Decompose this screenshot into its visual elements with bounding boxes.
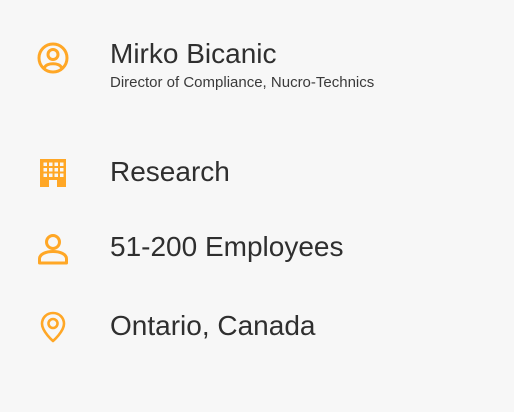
industry-text: Research [110, 156, 230, 188]
contact-row: Mirko Bicanic Director of Compliance, Nu… [0, 38, 514, 138]
contact-text: Mirko Bicanic Director of Compliance, Nu… [110, 38, 410, 92]
company-size-text: 51-200 Employees [110, 231, 343, 263]
location-label: Ontario, Canada [110, 310, 316, 341]
company-size-row: 51-200 Employees [0, 224, 514, 274]
profile-details-card: Mirko Bicanic Director of Compliance, Nu… [0, 0, 514, 412]
person-icon [36, 232, 70, 266]
industry-row: Research [0, 150, 514, 200]
company-size-label: 51-200 Employees [110, 231, 344, 262]
building-icon [36, 156, 70, 190]
industry-label: Research [110, 156, 230, 187]
location-row: Ontario, Canada [0, 306, 514, 356]
location-text: Ontario, Canada [110, 310, 315, 342]
contact-name: Mirko Bicanic [110, 38, 277, 69]
contact-role: Director of Compliance, Nucro-Technics [110, 74, 375, 92]
account-circle-icon [36, 41, 70, 75]
location-pin-icon [36, 310, 70, 344]
